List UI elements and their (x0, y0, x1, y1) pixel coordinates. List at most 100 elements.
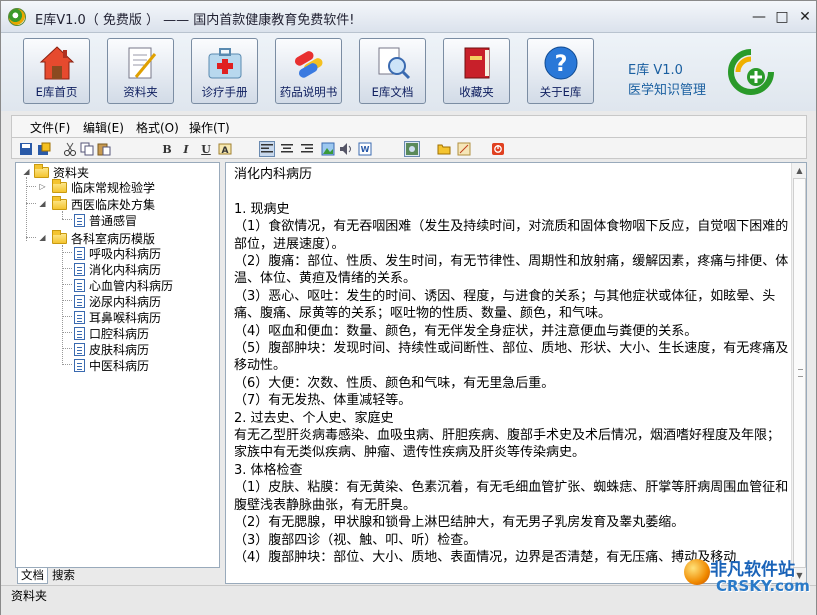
document-icon (74, 342, 85, 356)
tree-node-tcm[interactable]: 中医科病历 (74, 357, 149, 373)
exit-icon[interactable] (490, 141, 506, 157)
document-icon (74, 262, 85, 276)
tree-node-common-cold[interactable]: 普通感冒 (74, 212, 137, 228)
folder-icon (52, 178, 67, 193)
folder-tree[interactable]: ◢ 资料夹 ▷ 临床常规检验学 ◢ 西医临床处方集 普通感冒 ◢ 各科室病历模版… (15, 162, 220, 568)
svg-text:A: A (222, 146, 229, 156)
favorites-button-label: 收藏夹 (459, 85, 494, 99)
tree-node-label: 心血管内科病历 (89, 278, 174, 293)
svg-text:?: ? (555, 52, 568, 77)
insert-image-icon[interactable] (320, 141, 336, 157)
brand-version: E库 V1.0 (628, 63, 683, 78)
tree-node-cardio[interactable]: 心血管内科病历 (74, 277, 173, 293)
minimize-button[interactable]: — (749, 8, 769, 26)
open-folder-icon[interactable] (436, 141, 452, 157)
document-icon (74, 310, 85, 324)
menu-edit[interactable]: 编辑(E) (83, 119, 124, 136)
home-button[interactable]: E库首页 (23, 38, 90, 104)
menu-file[interactable]: 文件(F) (30, 119, 70, 136)
book-icon (458, 44, 496, 82)
tree-node-prescriptions[interactable]: 西医临床处方集 (52, 195, 156, 212)
doc-line: （3）恶心、呕吐：发生的时间、诱因、程度，与进食的关系；与其他症状或体征，如眩晕… (234, 288, 776, 322)
favorites-button[interactable]: 收藏夹 (443, 38, 510, 104)
scroll-thumb[interactable] (793, 178, 806, 568)
manual-button[interactable]: 诊疗手册 (191, 38, 258, 104)
document-icon (74, 278, 85, 292)
doc-line: （7）有无发热、体重减轻等。 (234, 393, 412, 409)
collapse-icon[interactable]: ◢ (38, 199, 47, 208)
main-toolbar: E库首页 资料夹 诊疗手册 药品说明书 E库文档 收藏夹 ? 关于E库 (1, 33, 816, 111)
maximize-button[interactable]: □ (772, 8, 792, 26)
doc-line: 1. 现病史 (234, 201, 290, 217)
align-right-icon[interactable] (299, 141, 315, 157)
doc-line: （5）腹部肿块：发现时间、持续性或间断性、部位、质地、形状、大小、生长速度，有无… (234, 341, 789, 374)
save-as-icon[interactable] (36, 141, 52, 157)
title-bar[interactable]: E库V1.0（ 免费版 ） —— 国内首款健康教育免费软件! — □ ✕ (1, 1, 816, 33)
document-icon (74, 213, 85, 227)
tree-node-label: 泌尿内科病历 (89, 294, 162, 309)
scroll-down-arrow-icon[interactable]: ▼ (792, 568, 807, 583)
insert-object-icon[interactable]: W (357, 141, 373, 157)
tree-node-label: 耳鼻喉科病历 (89, 310, 162, 325)
underline-button[interactable]: U (198, 141, 214, 157)
home-button-label: E库首页 (35, 85, 78, 99)
tree-node-derm[interactable]: 皮肤科病历 (74, 341, 149, 357)
save-icon[interactable] (18, 141, 34, 157)
medical-kit-icon (206, 44, 244, 82)
preview-icon[interactable] (404, 141, 420, 157)
document-icon (74, 246, 85, 260)
edit-toolbar: B I U A W (11, 137, 807, 159)
folder-icon (34, 163, 49, 178)
collapse-icon[interactable]: ◢ (38, 233, 47, 242)
tree-node-label: 消化内科病历 (89, 262, 162, 277)
cut-icon[interactable] (62, 141, 78, 157)
collapse-root-icon[interactable]: ◢ (22, 167, 31, 176)
doc-line (234, 183, 789, 200)
font-color-icon[interactable]: A (217, 141, 233, 157)
clear-icon[interactable] (456, 141, 472, 157)
app-window: E库V1.0（ 免费版 ） —— 国内首款健康教育免费软件! — □ ✕ E库首… (0, 0, 817, 615)
insert-sound-icon[interactable] (338, 141, 354, 157)
editor-content[interactable]: 消化内科病历 1. 现病史 （1）食欲情况，有无吞咽困难（发生及持续时间，对流质… (234, 166, 789, 566)
document-icon (74, 326, 85, 340)
scroll-up-arrow-icon[interactable]: ▲ (792, 163, 807, 178)
document-editor[interactable]: 消化内科病历 1. 现病史 （1）食欲情况，有无吞咽困难（发生及持续时间，对流质… (225, 162, 807, 584)
document-icon (74, 358, 85, 372)
tree-node-ent[interactable]: 耳鼻喉科病历 (74, 309, 161, 325)
align-center-icon[interactable] (279, 141, 295, 157)
tree-node-dental[interactable]: 口腔科病历 (74, 325, 149, 341)
drug-info-button-label: 药品说明书 (279, 85, 338, 99)
close-button[interactable]: ✕ (795, 8, 815, 26)
tree-node-urology[interactable]: 泌尿内科病历 (74, 293, 161, 309)
folder-button[interactable]: 资料夹 (107, 38, 174, 104)
docs-button[interactable]: E库文档 (359, 38, 426, 104)
editor-scrollbar[interactable]: ▲ ▼ (791, 163, 806, 583)
drug-info-button[interactable]: 药品说明书 (275, 38, 342, 104)
align-left-icon[interactable] (259, 141, 275, 157)
menu-operation[interactable]: 操作(T) (189, 119, 230, 136)
tree-node-label: 口腔科病历 (89, 326, 150, 341)
copy-icon[interactable] (79, 141, 95, 157)
menu-format[interactable]: 格式(O) (136, 119, 179, 136)
bold-button[interactable]: B (159, 141, 175, 157)
tab-documents[interactable]: 文档 (17, 568, 48, 584)
help-icon: ? (542, 44, 580, 82)
tab-search[interactable]: 搜索 (49, 568, 78, 584)
document-icon (74, 294, 85, 308)
expand-icon[interactable]: ▷ (38, 182, 47, 191)
window-title: E库V1.0（ 免费版 ） —— 国内首款健康教育免费软件! (35, 13, 355, 28)
tree-node-label: 西医临床处方集 (71, 197, 156, 212)
manual-button-label: 诊疗手册 (201, 85, 248, 99)
tree-node-lab-tests[interactable]: 临床常规检验学 (52, 178, 155, 195)
home-icon (38, 44, 76, 82)
pills-icon (290, 44, 328, 82)
tree-node-respiratory[interactable]: 呼吸内科病历 (74, 245, 161, 261)
italic-button[interactable]: I (178, 141, 194, 157)
about-button[interactable]: ? 关于E库 (527, 38, 594, 104)
app-logo-icon (8, 8, 26, 26)
tree-node-label: 皮肤科病历 (89, 342, 150, 357)
tree-node-gastro[interactable]: 消化内科病历 (74, 261, 161, 277)
doc-line: 有无乙型肝炎病毒感染、血吸虫病、肝胆疾病、腹部手术史及术后情况，烟酒嗜好程度及年… (234, 428, 781, 461)
paste-icon[interactable] (96, 141, 112, 157)
sidebar-tabs: 文档 搜索 (15, 568, 220, 584)
